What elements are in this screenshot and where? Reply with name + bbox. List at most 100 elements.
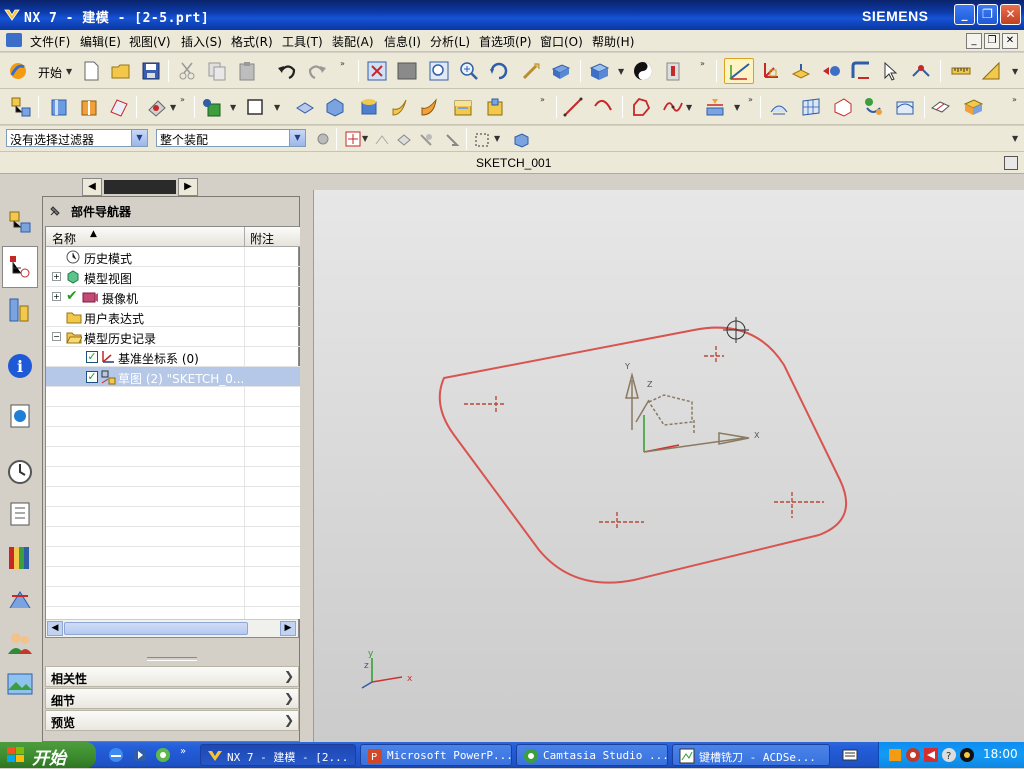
shell-icon[interactable] (78, 96, 100, 118)
rotate-icon[interactable] (488, 60, 510, 82)
assembly-navigator-icon[interactable] (6, 208, 34, 236)
open-folder-icon[interactable] (110, 60, 132, 82)
snap-point-icon[interactable] (344, 130, 362, 148)
surface-icon[interactable] (108, 96, 130, 118)
blend-icon[interactable] (850, 60, 872, 82)
cone-icon[interactable] (388, 96, 410, 118)
copy-icon[interactable] (206, 60, 228, 82)
splitter-handle[interactable] (147, 657, 197, 661)
scroll-left-icon[interactable]: ◀ (47, 621, 63, 636)
trim-icon[interactable] (910, 60, 932, 82)
history-icon[interactable] (6, 458, 34, 486)
ie-icon[interactable] (108, 747, 124, 763)
body-icon[interactable] (48, 96, 70, 118)
menu-view[interactable]: 视图(V) (129, 33, 171, 50)
menu-insert[interactable]: 插入(S) (181, 33, 222, 50)
fit-view-icon[interactable] (366, 60, 388, 82)
pad-icon[interactable] (294, 96, 316, 118)
arc-icon[interactable] (592, 96, 614, 118)
shaded-view-icon[interactable] (588, 60, 610, 82)
revolve-icon[interactable] (820, 60, 842, 82)
measure-icon[interactable] (950, 60, 972, 82)
offset-curve-icon[interactable] (704, 96, 726, 118)
trim-body-icon[interactable] (962, 96, 984, 118)
sweep-icon[interactable] (832, 96, 854, 118)
tree-row-history-mode[interactable]: 历史模式 (46, 247, 300, 267)
clock[interactable]: 18:00 (983, 747, 1018, 761)
menu-file[interactable]: 文件(F) (30, 33, 70, 50)
selection-filter-select[interactable]: 没有选择过滤器 ▼ (6, 129, 148, 147)
gear-filter-icon[interactable] (314, 130, 332, 148)
assembly-scope-select[interactable]: 整个装配 ▼ (156, 129, 306, 147)
doc-minimize-button[interactable]: _ (966, 33, 982, 49)
datum-csys-icon[interactable] (760, 60, 782, 82)
tree-row-cameras[interactable]: + ✔ 摄像机 (46, 287, 300, 307)
background-icon[interactable] (632, 60, 654, 82)
tree-row-sketch[interactable]: ✓ 草图 (2) "SKETCH_0... (46, 367, 300, 387)
bridge-icon[interactable] (862, 96, 884, 118)
palette-icon[interactable] (6, 544, 34, 572)
tray-volume-icon[interactable] (959, 747, 975, 763)
system-scenes-icon[interactable] (6, 670, 34, 698)
datum-csys-checkbox[interactable]: ✓ (86, 351, 98, 363)
spline-icon[interactable] (662, 96, 684, 118)
menu-preferences[interactable]: 首选项(P) (479, 33, 532, 50)
tray-help-icon[interactable]: ? (941, 747, 957, 763)
analysis-icon[interactable] (980, 60, 1002, 82)
menu-format[interactable]: 格式(R) (231, 33, 273, 50)
menu-window[interactable]: 窗口(O) (540, 33, 583, 50)
tree-row-user-expressions[interactable]: 用户表达式 (46, 307, 300, 327)
info-icon[interactable]: i (6, 352, 34, 380)
tray-record-icon[interactable] (905, 747, 921, 763)
doc-close-button[interactable]: ✕ (1002, 33, 1018, 49)
draft-icon[interactable] (146, 96, 168, 118)
undo-icon[interactable] (276, 60, 298, 82)
tray-app-icon[interactable] (887, 747, 903, 763)
profile-icon[interactable] (630, 96, 652, 118)
scroll-left-button[interactable]: ◀ (82, 178, 102, 196)
expand-icon[interactable]: + (52, 292, 61, 301)
curve-rule-icon[interactable] (374, 132, 390, 148)
point-icon[interactable] (200, 96, 222, 118)
tray-security-icon[interactable] (923, 747, 939, 763)
box-select-icon[interactable] (512, 131, 530, 149)
task-nx[interactable]: NX 7 - 建模 - [2... (200, 744, 356, 766)
extrude-icon[interactable] (790, 60, 812, 82)
zoom-icon[interactable] (428, 60, 450, 82)
doc-restore-button[interactable]: ❐ (984, 33, 1000, 49)
roles-icon[interactable] (6, 628, 34, 656)
horizontal-scrollbar[interactable]: ◀ ▶ (46, 619, 298, 637)
keyboard-icon[interactable] (842, 748, 858, 762)
web-browser-icon[interactable] (6, 402, 34, 430)
system-materials-icon[interactable] (6, 500, 34, 528)
sketch-icon[interactable] (724, 58, 754, 84)
sketch-restore-button[interactable] (1004, 156, 1018, 170)
rectangle-select-icon[interactable] (474, 132, 490, 148)
task-acdsee[interactable]: 键槽铣刀 - ACDSe... (672, 744, 830, 766)
expand-icon[interactable]: + (52, 272, 61, 281)
body-rule-icon[interactable] (418, 132, 434, 148)
menu-edit[interactable]: 编辑(E) (80, 33, 121, 50)
redo-icon[interactable] (306, 60, 328, 82)
reuse-library-icon[interactable] (6, 296, 34, 324)
part-navigator-tab[interactable] (2, 246, 38, 288)
panel-details[interactable]: 细节 ❯ (45, 688, 299, 709)
paste-icon[interactable] (236, 60, 258, 82)
mesh-surface-icon[interactable] (800, 96, 822, 118)
quicklaunch-app-icon[interactable] (155, 747, 171, 763)
menu-analysis[interactable]: 分析(L) (430, 33, 470, 50)
task-camtasia[interactable]: Camtasia Studio ... (516, 744, 668, 766)
quicklaunch-more-icon[interactable]: » (180, 746, 186, 757)
process-studio-icon[interactable] (6, 586, 34, 614)
new-file-icon[interactable] (80, 60, 102, 82)
hole-icon[interactable] (452, 96, 474, 118)
line-icon[interactable] (562, 96, 584, 118)
task-powerpoint[interactable]: P Microsoft PowerP... (360, 744, 512, 766)
sketch-checkbox[interactable]: ✓ (86, 371, 98, 383)
menu-assembly[interactable]: 装配(A) (332, 33, 374, 50)
scroll-right-icon[interactable]: ▶ (280, 621, 296, 636)
assembly-nav-icon[interactable] (10, 96, 32, 118)
maximize-button[interactable]: ❐ (977, 4, 998, 25)
menu-help[interactable]: 帮助(H) (592, 33, 634, 50)
zoom-window-icon[interactable] (396, 60, 418, 82)
